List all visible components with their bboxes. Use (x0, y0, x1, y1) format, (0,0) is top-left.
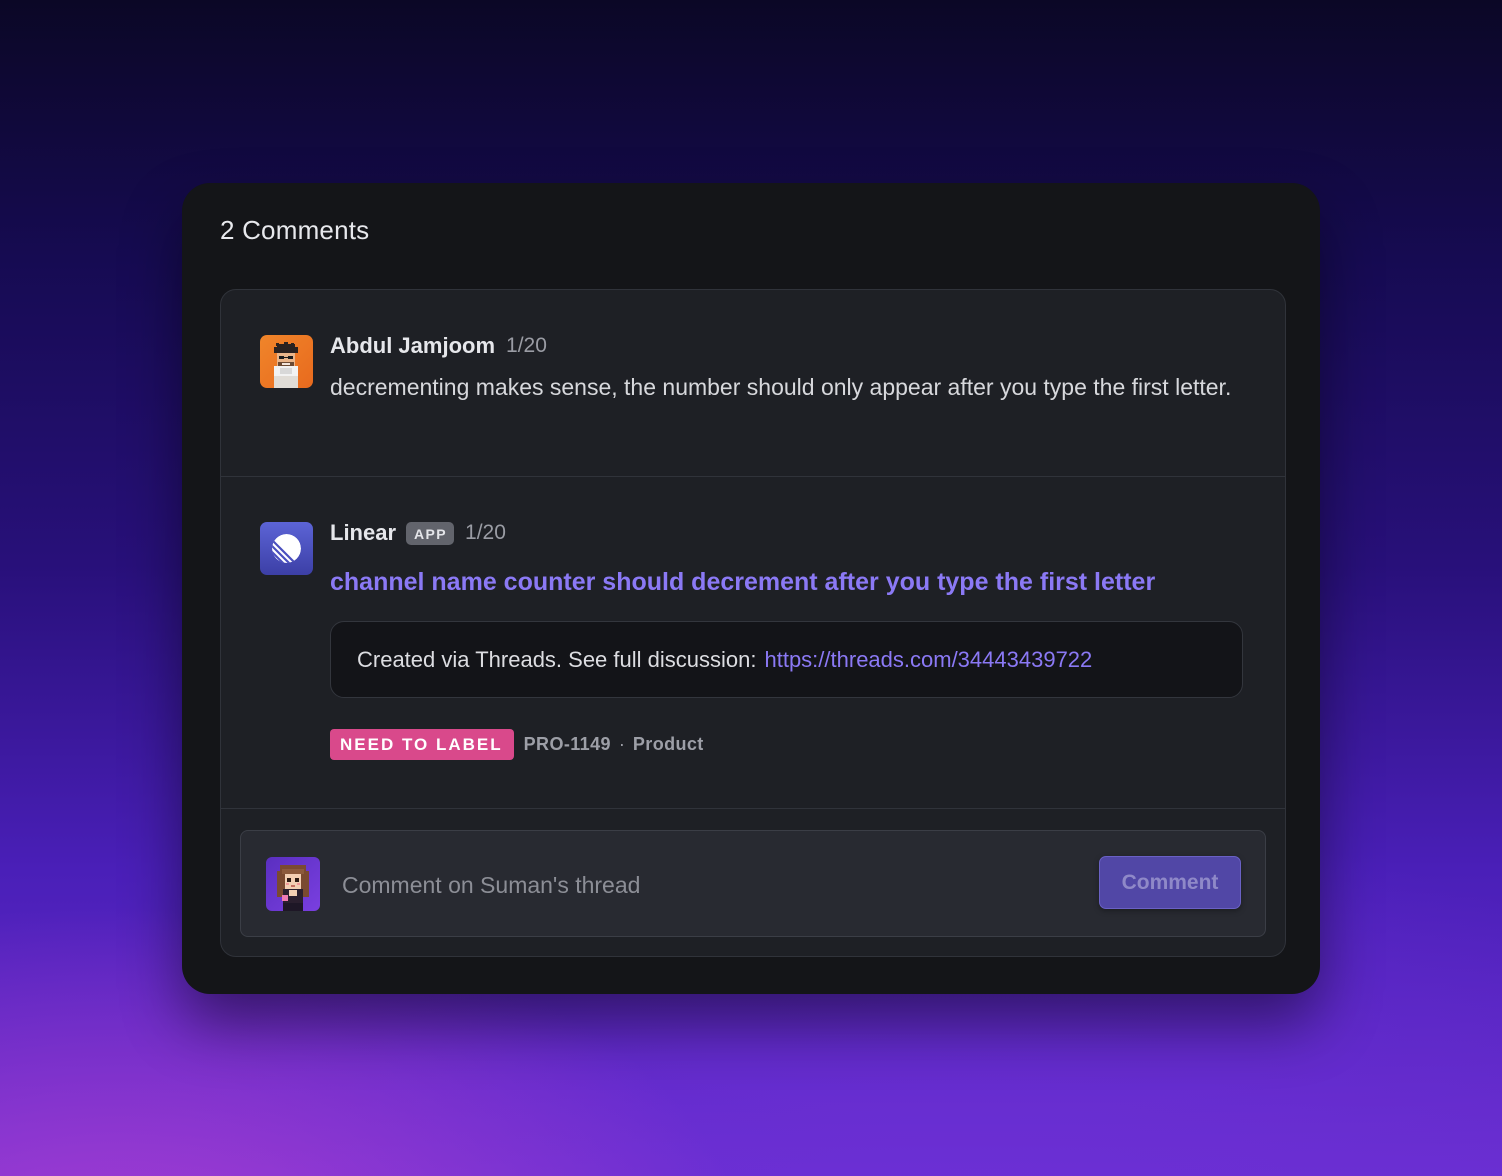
comment-composer: Comment (240, 830, 1266, 937)
comment-item: Abdul Jamjoom 1/20 decrementing makes se… (221, 290, 1285, 477)
comment-body: Abdul Jamjoom 1/20 decrementing makes se… (330, 331, 1245, 407)
pixel-avatar-icon (266, 857, 320, 911)
issue-id[interactable]: PRO-1149 (524, 734, 611, 755)
comment-header: Linear APP 1/20 (330, 518, 1245, 548)
avatar[interactable] (260, 522, 313, 575)
comments-count-title: 2 Comments (220, 215, 370, 245)
description-text: Created via Threads. See full discussion… (357, 646, 757, 672)
comment-header: Abdul Jamjoom 1/20 (330, 331, 1245, 361)
comment-time: 1/20 (506, 334, 547, 357)
issue-meta: NEED TO LABEL PRO-1149 · Product (330, 729, 1245, 760)
issue-label-badge[interactable]: NEED TO LABEL (330, 729, 514, 760)
comment-time: 1/20 (465, 521, 506, 544)
avatar (266, 857, 320, 911)
comment-text: decrementing makes sense, the number sho… (330, 374, 1232, 400)
author-name[interactable]: Linear (330, 520, 396, 546)
comment-submit-button[interactable]: Comment (1099, 856, 1241, 909)
meta-separator: · (618, 734, 625, 754)
comments-panel: Abdul Jamjoom 1/20 decrementing makes se… (220, 289, 1286, 957)
discussion-link[interactable]: https://threads.com/34443439722 (764, 647, 1092, 673)
comment-item: Linear APP 1/20 channel name counter sho… (221, 477, 1285, 809)
issue-description: Created via Threads. See full discussion… (330, 621, 1243, 698)
comment-body: Linear APP 1/20 channel name counter sho… (330, 518, 1245, 760)
pixel-avatar-icon (260, 335, 313, 388)
author-name[interactable]: Abdul Jamjoom (330, 333, 495, 359)
app-badge: APP (406, 521, 455, 545)
avatar[interactable] (260, 335, 313, 388)
linear-logo-icon (260, 522, 313, 575)
team-name[interactable]: Product (633, 734, 704, 755)
comments-card: 2 Comments Abdul Jamjoom 1/20 decrementi… (182, 183, 1320, 994)
issue-title-link[interactable]: channel name counter should decrement af… (330, 568, 1245, 597)
comment-input[interactable] (340, 859, 1084, 911)
